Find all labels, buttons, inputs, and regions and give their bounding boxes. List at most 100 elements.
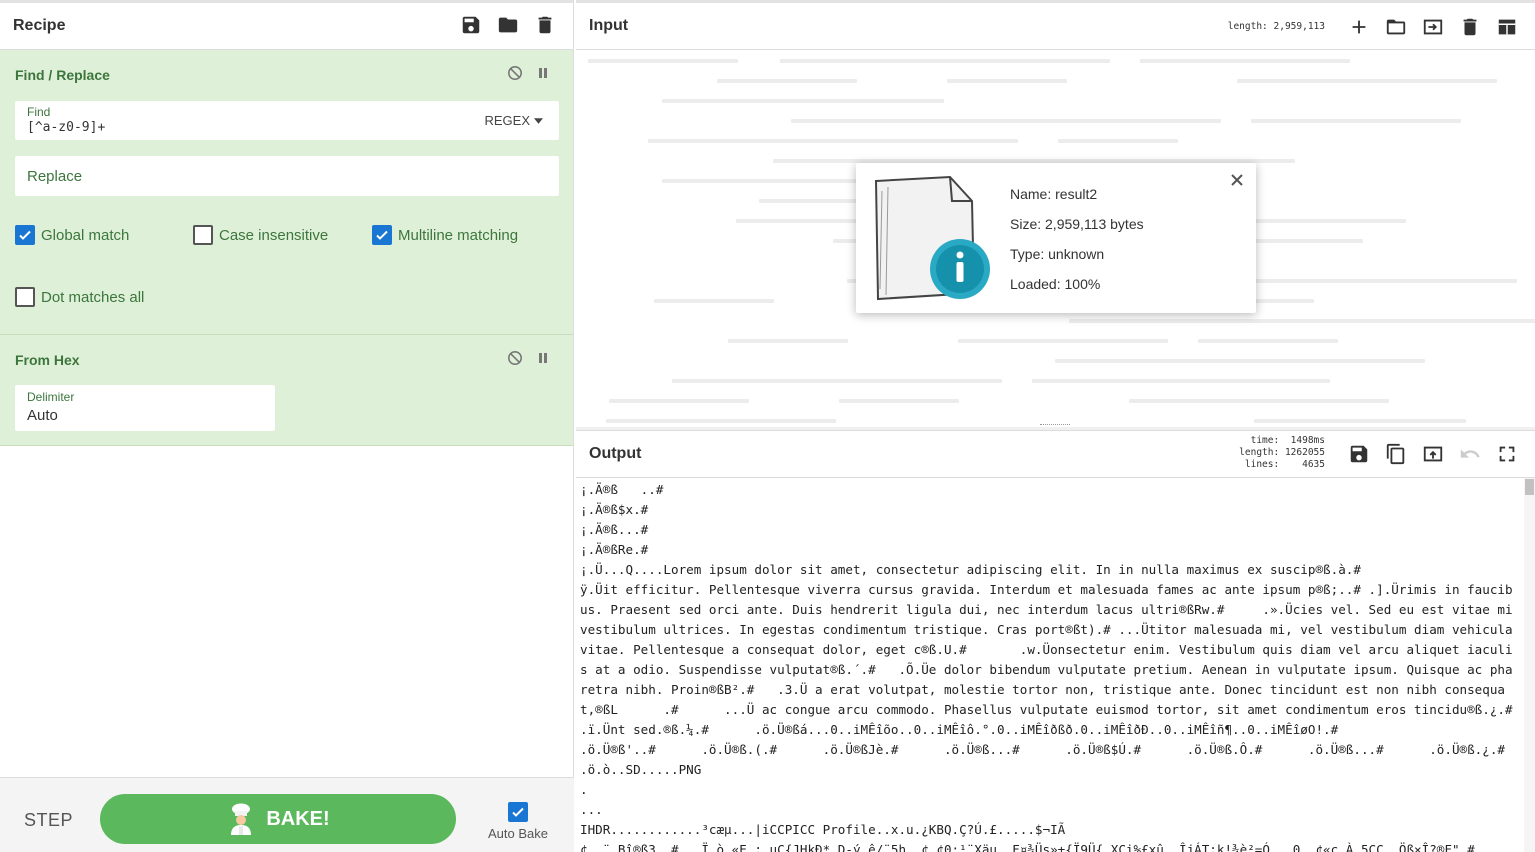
input-length-info: length: 2,959,113 <box>1228 21 1325 32</box>
dot-matches-all-checkbox[interactable]: Dot matches all <box>15 287 144 307</box>
lines-label: lines: <box>1244 459 1280 470</box>
output-header: Output time: 1498ms length: 1262055 line… <box>576 430 1535 478</box>
open-folder-icon[interactable] <box>1384 15 1408 39</box>
input-length-label: length: <box>1227 21 1268 32</box>
output-line: .ö.Ü®ß'..# .ö.Ü®ß.(.# .ö.Ü®ßJè.# .ö.Ü®ß.… <box>580 742 1506 757</box>
output-scrollbar[interactable] <box>1524 478 1535 852</box>
checkbox-checked-icon[interactable] <box>372 225 392 245</box>
output-title: Output <box>589 445 642 462</box>
time-value: 1498ms <box>1290 435 1325 446</box>
trash-icon[interactable] <box>533 13 557 37</box>
bake-label: BAKE! <box>266 807 330 830</box>
file-loaded: Loaded: 100% <box>1010 276 1101 292</box>
output-line: ¡.Ä®ß$x.# <box>580 502 649 517</box>
recipe-header: Recipe <box>0 0 573 50</box>
replace-input-icon[interactable] <box>1421 442 1445 466</box>
file-name: Name: result2 <box>1010 186 1098 202</box>
replace-field[interactable]: Replace <box>15 156 559 196</box>
clear-input-icon[interactable] <box>1458 15 1482 39</box>
file-type: Type: unknown <box>1010 246 1105 262</box>
output-line: ... <box>580 802 603 817</box>
input-line <box>576 391 1535 411</box>
output-length-value: 1262055 <box>1284 447 1325 458</box>
multiline-matching-checkbox[interactable]: Multiline matching <box>372 225 518 245</box>
output-line: ¡.Ä®ß...# <box>580 522 649 537</box>
folder-icon[interactable] <box>496 13 520 37</box>
delimiter-select[interactable]: Auto <box>27 407 58 424</box>
input-line <box>576 311 1535 331</box>
auto-bake-toggle[interactable]: Auto Bake <box>486 802 550 841</box>
file-info-icon <box>874 175 990 301</box>
caret-down-icon <box>534 117 543 124</box>
scrollbar-thumb[interactable] <box>1525 479 1534 495</box>
output-line: ¡.Ä®ßRe.# <box>580 542 649 557</box>
recipe-title: Recipe <box>13 17 66 34</box>
find-input[interactable]: [^a-z0-9]+ <box>27 120 105 135</box>
bake-controls: STEP BAKE! Auto Bake <box>0 777 574 852</box>
input-line <box>576 331 1535 351</box>
reset-layout-icon[interactable] <box>1495 15 1519 39</box>
find-label: Find <box>27 105 51 119</box>
replace-input[interactable]: Replace <box>27 168 82 185</box>
file-size: Size: 2,959,113 bytes <box>1010 216 1144 232</box>
close-icon[interactable] <box>1230 173 1244 187</box>
output-line: .ö.ò..SD.....PNG <box>580 762 702 777</box>
input-line <box>576 51 1535 71</box>
input-line <box>576 91 1535 111</box>
find-field[interactable]: Find [^a-z0-9]+ REGEX <box>15 101 559 140</box>
io-pane: Input length: 2,959,113 Output time: 149… <box>576 0 1535 852</box>
open-file-icon[interactable] <box>1421 15 1445 39</box>
operation-title: Find / Replace <box>15 67 110 83</box>
step-button[interactable]: STEP <box>24 810 73 831</box>
delimiter-field[interactable]: Delimiter Auto <box>15 385 275 431</box>
global-match-checkbox[interactable]: Global match <box>15 225 129 245</box>
input-header: Input length: 2,959,113 <box>576 0 1535 50</box>
output-line: ¡.Ü...Q....Lorem ipsum dolor sit amet, c… <box>580 562 1361 577</box>
copy-icon[interactable] <box>1384 442 1408 466</box>
operation-find-replace: Find / Replace Find [^a-z0-9]+ REGEX Rep… <box>0 50 573 335</box>
input-line <box>576 71 1535 91</box>
input-line <box>576 351 1535 371</box>
input-title: Input <box>589 17 629 34</box>
checkbox-checked-icon[interactable] <box>508 802 528 822</box>
save-icon[interactable] <box>459 13 483 37</box>
output-textarea[interactable]: ¡.Ä®ß ..# ¡.Ä®ß$x.# ¡.Ä®ß...# ¡.Ä®ßRe.# ¡.Ü.… <box>576 478 1524 852</box>
time-label: time: <box>1250 435 1280 446</box>
operation-title: From Hex <box>15 352 80 368</box>
maximise-icon[interactable] <box>1495 442 1519 466</box>
multiline-matching-label: Multiline matching <box>398 226 519 244</box>
save-output-icon[interactable] <box>1347 442 1371 466</box>
regex-dropdown[interactable]: REGEX <box>484 113 543 128</box>
output-length-label: length: <box>1239 447 1280 458</box>
auto-bake-label: Auto Bake <box>488 826 548 841</box>
delimiter-label: Delimiter <box>27 390 75 404</box>
input-length-value: 2,959,113 <box>1273 21 1325 32</box>
output-line: ¡.Ä®ß ..# <box>580 482 664 497</box>
input-line <box>576 111 1535 131</box>
output-line: ÿ.Üit efficitur. Pellentesque viverra cu… <box>580 582 1513 737</box>
disable-icon[interactable] <box>507 65 523 81</box>
drag-grip-icon <box>1040 424 1070 427</box>
dot-matches-all-label: Dot matches all <box>41 288 145 306</box>
undo-icon[interactable] <box>1458 442 1482 466</box>
checkbox-unchecked-icon[interactable] <box>193 225 213 245</box>
disable-icon[interactable] <box>507 350 523 366</box>
checkbox-unchecked-icon[interactable] <box>15 287 35 307</box>
add-tab-icon[interactable] <box>1347 15 1371 39</box>
lines-value: 4635 <box>1302 459 1325 470</box>
checkbox-checked-icon[interactable] <box>15 225 35 245</box>
global-match-label: Global match <box>41 226 130 244</box>
pause-icon[interactable] <box>535 65 551 81</box>
file-info-popup: Name: result2 Size: 2,959,113 bytes Type… <box>856 163 1256 313</box>
operation-from-hex: From Hex Delimiter Auto <box>0 335 573 446</box>
pause-icon[interactable] <box>535 350 551 366</box>
input-line <box>576 371 1535 391</box>
output-line: ¢..¨.Bî®ß3..#...Ï.ò.«E.;.uC{JHkÐ*.D-ý.ê/… <box>580 842 1475 852</box>
regex-dropdown-label: REGEX <box>484 113 530 128</box>
input-line <box>576 131 1535 151</box>
case-insensitive-checkbox[interactable]: Case insensitive <box>193 225 328 245</box>
output-line: IHDR............³cæµ...|iCCPICC Profile.… <box>580 822 1066 837</box>
bake-button[interactable]: BAKE! <box>100 794 456 844</box>
output-line: . <box>580 782 588 797</box>
recipe-pane: Recipe Find / Replace Find [^a-z0-9]+ RE… <box>0 0 574 852</box>
